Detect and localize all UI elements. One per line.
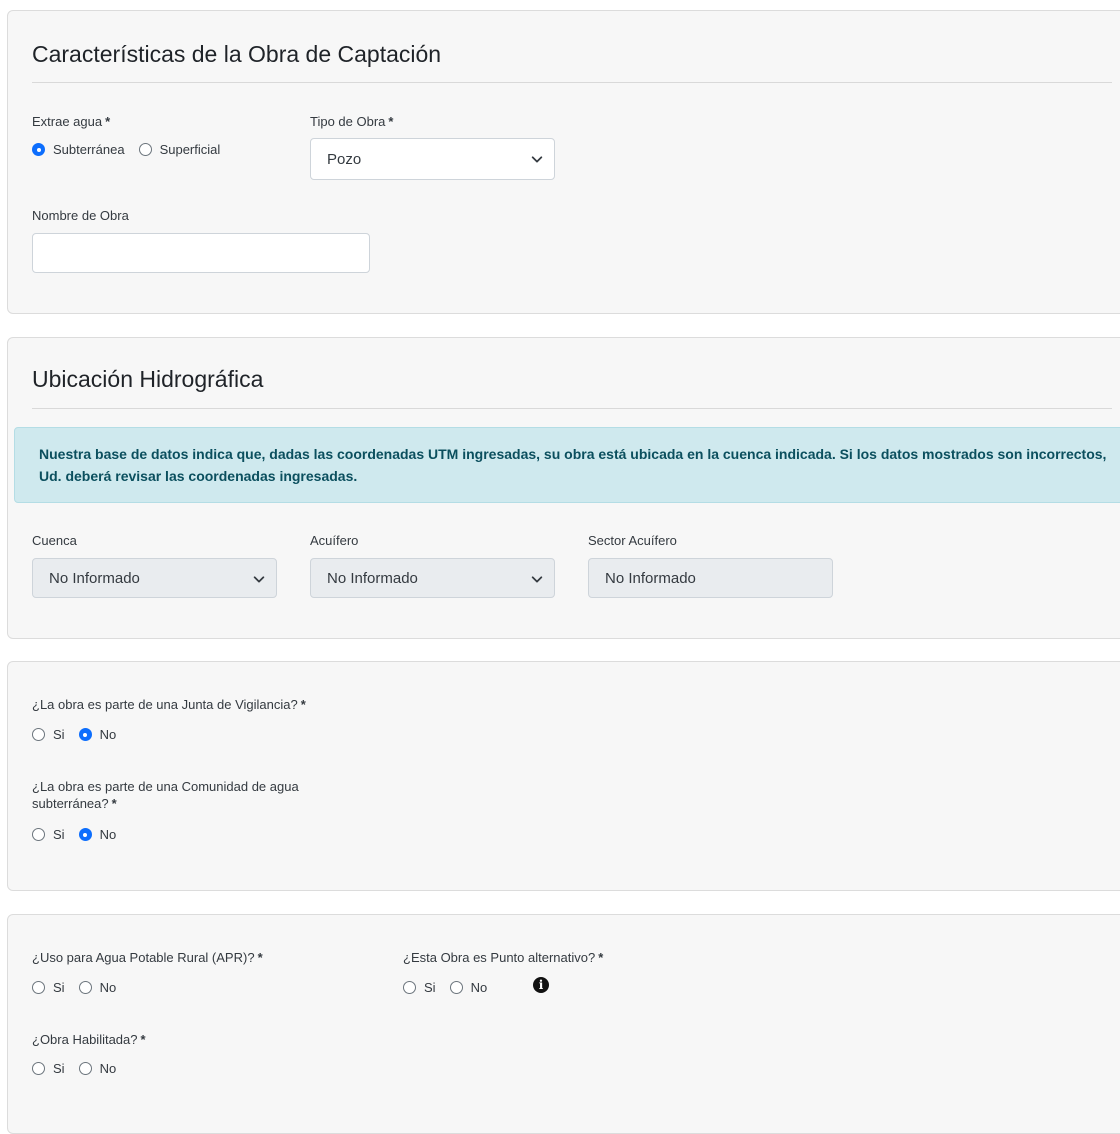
ubicacion-divider (32, 408, 1112, 409)
apr-si-label: Si (53, 980, 65, 995)
junta-vigilancia-no[interactable]: No (78, 727, 117, 742)
habilitada-no-label: No (99, 1061, 117, 1076)
punto-alternativo-no-control[interactable] (449, 981, 463, 994)
comunidad-agua-no-label: No (99, 827, 117, 842)
uso-card: ¿Uso para Agua Potable Rural (APR)? * Si … (7, 914, 1120, 1134)
radio-subterranea-label: Subterránea (53, 142, 125, 157)
chevron-down-icon (253, 576, 265, 583)
apr-no-label: No (99, 980, 117, 995)
sector-acuifero-value: No Informado (605, 569, 696, 587)
punto-alternativo-si-label: Si (424, 980, 436, 995)
apr-radio-group: Si No (32, 980, 130, 995)
cuenca-value: No Informado (49, 569, 140, 587)
comunidad-agua-si[interactable]: Si (32, 827, 65, 842)
habilitada-si-control[interactable] (32, 1062, 45, 1075)
junta-vigilancia-radio-group: Si No (32, 727, 130, 742)
captacion-title: Características de la Obra de Captación (32, 41, 442, 67)
comunidad-agua-si-control[interactable] (32, 828, 45, 841)
cuenca-label: Cuenca (32, 533, 77, 548)
habilitada-si-label: Si (53, 1061, 65, 1076)
captacion-divider (32, 82, 1112, 83)
habilitada-no[interactable]: No (78, 1061, 117, 1076)
info-circle-icon[interactable]: i (533, 977, 549, 993)
junta-vigilancia-no-control[interactable] (78, 728, 92, 741)
punto-alternativo-radio-group: Si No (403, 980, 501, 995)
extrae-agua-label: Extrae agua * (32, 114, 111, 129)
apr-no-control[interactable] (78, 981, 92, 994)
cuenca-info-alert: Nuestra base de datos indica que, dadas … (14, 427, 1120, 503)
junta-vigilancia-label: ¿La obra es parte de una Junta de Vigila… (32, 697, 306, 712)
comunidad-agua-no[interactable]: No (78, 827, 117, 842)
punto-alternativo-si[interactable]: Si (403, 980, 436, 995)
acuifero-select[interactable]: No Informado (310, 558, 555, 598)
junta-vigilancia-si-control[interactable] (32, 728, 45, 741)
apr-label: ¿Uso para Agua Potable Rural (APR)? * (32, 950, 263, 965)
apr-si[interactable]: Si (32, 980, 65, 995)
habilitada-si[interactable]: Si (32, 1061, 65, 1076)
acuifero-value: No Informado (327, 569, 418, 587)
junta-vigilancia-si-label: Si (53, 727, 65, 742)
tipo-obra-select[interactable]: Pozo (310, 138, 555, 180)
cuenca-select[interactable]: No Informado (32, 558, 277, 598)
comunidad-agua-si-label: Si (53, 827, 65, 842)
habilitada-radio-group: Si No (32, 1061, 130, 1076)
radio-subterranea[interactable]: Subterránea (32, 142, 125, 157)
organizaciones-card: ¿La obra es parte de una Junta de Vigila… (7, 661, 1120, 891)
punto-alternativo-no-label: No (470, 980, 488, 995)
tipo-obra-label: Tipo de Obra * (310, 114, 394, 129)
radio-superficial-label: Superficial (159, 142, 221, 157)
ubicacion-card: Ubicación Hidrográfica Nuestra base de d… (7, 337, 1120, 639)
nombre-obra-input[interactable] (32, 233, 370, 273)
tipo-obra-value: Pozo (327, 150, 362, 168)
nombre-obra-label: Nombre de Obra (32, 208, 129, 223)
sector-acuifero-input[interactable]: No Informado (588, 558, 833, 598)
punto-alternativo-no[interactable]: No (449, 980, 488, 995)
junta-vigilancia-no-label: No (99, 727, 117, 742)
radio-subterranea-control[interactable] (32, 143, 45, 156)
habilitada-label: ¿Obra Habilitada? * (32, 1032, 146, 1047)
captacion-card: Características de la Obra de Captación … (7, 10, 1120, 314)
comunidad-agua-label: ¿La obra es parte de una Comunidad de ag… (32, 779, 299, 811)
radio-superficial-control[interactable] (138, 143, 152, 156)
apr-no[interactable]: No (78, 980, 117, 995)
habilitada-no-control[interactable] (78, 1062, 92, 1075)
junta-vigilancia-si[interactable]: Si (32, 727, 65, 742)
comunidad-agua-radio-group: Si No (32, 827, 130, 842)
punto-alternativo-label: ¿Esta Obra es Punto alternativo? * (403, 950, 604, 965)
chevron-down-icon (531, 156, 543, 163)
comunidad-agua-no-control[interactable] (78, 828, 92, 841)
apr-si-control[interactable] (32, 981, 45, 994)
punto-alternativo-si-control[interactable] (403, 981, 416, 994)
radio-superficial[interactable]: Superficial (138, 142, 221, 157)
acuifero-label: Acuífero (310, 533, 359, 548)
chevron-down-icon (531, 576, 543, 583)
extrae-agua-radio-group: Subterránea Superficial (32, 142, 234, 157)
sector-acuifero-label: Sector Acuífero (588, 533, 677, 548)
ubicacion-title: Ubicación Hidrográfica (32, 366, 264, 392)
